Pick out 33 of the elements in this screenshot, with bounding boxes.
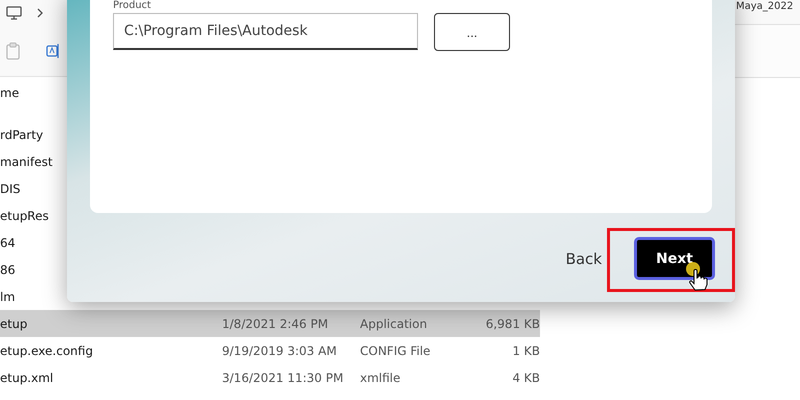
file-size: 4 KB <box>511 370 540 384</box>
file-name: etup.xml <box>0 370 54 384</box>
file-name: rdParty <box>0 128 44 142</box>
field-label: Product <box>113 0 151 12</box>
file-name: manifest <box>0 154 54 168</box>
next-button[interactable]: Next <box>634 237 715 280</box>
file-name: DIS <box>0 182 22 196</box>
file-row[interactable]: etup 1/8/2021 2:46 PM Application 6,981 KB <box>0 310 540 337</box>
file-date: 3/16/2021 11:30 PM <box>222 370 344 384</box>
file-type: xmlfile <box>360 370 402 384</box>
back-button[interactable]: Back <box>566 250 602 268</box>
file-name: lm <box>0 290 16 304</box>
file-name: etup <box>0 316 28 330</box>
hand-cursor-icon <box>684 262 710 292</box>
file-name: etup.exe.config <box>0 344 94 358</box>
file-type: Application <box>360 316 428 330</box>
file-name: etupRes <box>0 208 50 222</box>
rename-icon[interactable] <box>46 42 60 60</box>
chevron-icon[interactable] <box>36 7 44 19</box>
path-field[interactable]: C:\Program Files\Autodesk <box>113 13 418 50</box>
column-header[interactable]: me <box>0 86 20 100</box>
file-type: CONFIG File <box>360 344 432 358</box>
file-row[interactable]: etup.xml 3/16/2021 11:30 PM xmlfile 4 KB <box>0 364 540 391</box>
file-name: 86 <box>0 262 16 276</box>
address-text: Maya_2022 <box>736 1 794 12</box>
file-name: 64 <box>0 236 16 250</box>
file-date: 9/19/2019 3:03 AM <box>222 344 338 358</box>
file-row[interactable]: etup.exe.config 9/19/2019 3:03 AM CONFIG File 1 KB <box>0 337 540 364</box>
computer-icon[interactable] <box>6 6 22 20</box>
file-size: 1 KB <box>511 344 540 358</box>
file-date: 1/8/2021 2:46 PM <box>222 316 330 330</box>
file-size: 6,981 KB <box>484 316 540 330</box>
browse-button[interactable]: ... <box>434 13 510 51</box>
